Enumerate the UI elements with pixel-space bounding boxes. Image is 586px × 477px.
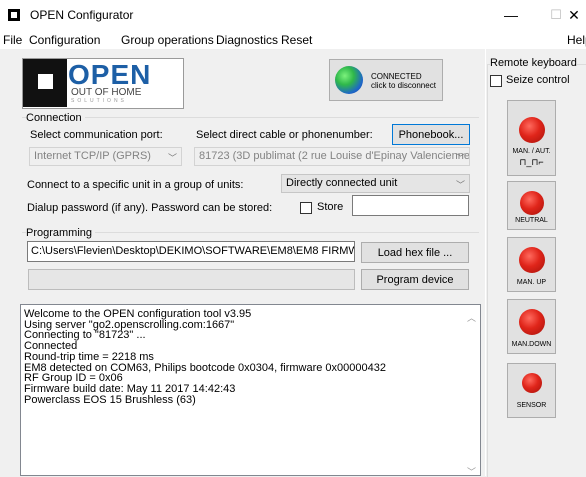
logo-mark	[23, 59, 67, 107]
key-label: SENSOR	[516, 402, 547, 409]
close-button[interactable]: ✕	[562, 0, 586, 30]
port-label: Select communication port:	[30, 129, 163, 141]
phonebook-button[interactable]: Phonebook...	[392, 124, 470, 145]
port-value: Internet TCP/IP (GPRS)	[34, 150, 151, 162]
log-output[interactable]: Welcome to the OPEN configuration tool v…	[20, 304, 481, 476]
chevron-down-icon: ﹀	[167, 153, 177, 163]
disconnect-hint: click to disconnect	[371, 81, 436, 90]
unit-value: Directly connected unit	[286, 177, 398, 189]
log-lines: Welcome to the OPEN configuration tool v…	[24, 309, 386, 405]
man-up-button[interactable]: MAN. UP	[507, 237, 556, 292]
password-label: Dialup password (if any). Password can b…	[27, 202, 273, 214]
man-aut-button[interactable]: MAN. / AUT. ⊓_⊓⌐	[507, 100, 556, 176]
red-button-icon	[518, 117, 545, 143]
hex-path-field[interactable]: C:\Users\Flevien\Desktop\DEKIMO\SOFTWARE…	[27, 241, 355, 262]
unit-select[interactable]: Directly connected unit ﹀	[281, 174, 470, 193]
key-label: MAN.DOWN	[511, 341, 552, 348]
cable-label: Select direct cable or phonenumber:	[196, 129, 373, 141]
red-button-icon	[518, 247, 545, 273]
key-label: NEUTRAL	[515, 217, 548, 224]
program-device-button[interactable]: Program device	[361, 269, 469, 290]
neutral-button[interactable]: NEUTRAL	[507, 181, 556, 230]
menu-file[interactable]: File	[3, 33, 22, 47]
cable-value: 81723 (3D publimat (2 rue Louise d'Epina…	[199, 150, 470, 162]
red-button-icon	[521, 373, 542, 393]
red-button-icon	[518, 309, 545, 335]
password-field[interactable]	[352, 195, 469, 216]
globe-icon	[335, 66, 363, 94]
log-line: Connecting to "81723" ...	[24, 329, 146, 342]
scroll-down-icon[interactable]: ﹀	[467, 465, 476, 475]
seize-control-label: Seize control	[506, 74, 570, 86]
sensor-button[interactable]: SENSOR	[507, 363, 556, 418]
menu-bar: File Configuration Group operations Diag…	[0, 30, 586, 49]
red-button-icon	[519, 191, 544, 215]
seize-control-checkbox[interactable]	[490, 75, 502, 87]
minimize-button[interactable]: —	[488, 0, 534, 30]
scroll-up-icon[interactable]: ︿	[467, 311, 476, 324]
store-checkbox[interactable]	[300, 202, 312, 214]
load-hex-button[interactable]: Load hex file ...	[361, 242, 469, 263]
pulse-icon: ⊓_⊓⌐	[519, 157, 544, 167]
menu-group-operations[interactable]: Group operations	[121, 33, 214, 47]
programming-group-label: Programming	[26, 227, 96, 239]
remote-keyboard-title: Remote keyboard	[490, 57, 577, 69]
port-select[interactable]: Internet TCP/IP (GPRS) ﹀	[29, 147, 182, 166]
connection-group-label: Connection	[26, 112, 85, 124]
logo-tagline: OUT OF HOME	[71, 87, 142, 98]
window-title: OPEN Configurator	[30, 8, 134, 22]
connection-status: CONNECTED	[371, 72, 422, 81]
panel-divider	[485, 49, 486, 476]
log-line: Powerclass EOS 15 Brushless (63)	[24, 393, 196, 406]
unit-label: Connect to a specific unit in a group of…	[27, 179, 244, 191]
program-progress-bar	[28, 269, 355, 290]
store-label: Store	[317, 201, 344, 213]
menu-configuration[interactable]: Configuration	[29, 33, 100, 47]
menu-diagnostics[interactable]: Diagnostics	[216, 33, 278, 47]
chevron-down-icon: ﹀	[455, 180, 465, 190]
menu-help[interactable]: Help	[567, 33, 586, 47]
menu-reset[interactable]: Reset	[281, 33, 312, 47]
app-icon	[8, 9, 20, 21]
man-down-button[interactable]: MAN.DOWN	[507, 299, 556, 354]
cable-select[interactable]: 81723 (3D publimat (2 rue Louise d'Epina…	[194, 147, 470, 166]
key-label: MAN. / AUT.	[512, 148, 551, 155]
chevron-down-icon: ﹀	[455, 153, 465, 163]
log-line: Round-trip time = 2218 ms	[24, 350, 154, 363]
logo-subtagline: SOLUTIONS	[71, 98, 127, 104]
key-label: MAN. UP	[516, 279, 547, 286]
log-scrollbar[interactable]	[463, 305, 480, 475]
